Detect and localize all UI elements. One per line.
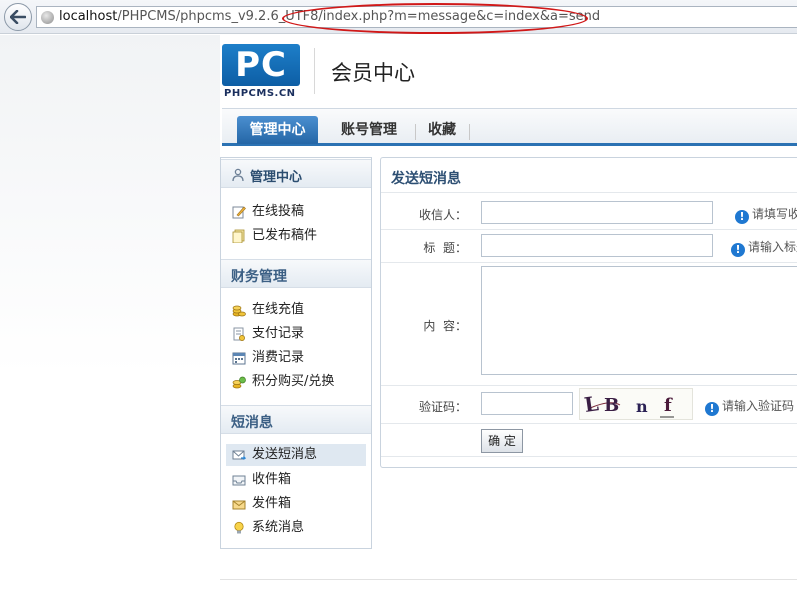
sidebar: 管理中心 在线投稿 已发布稿件 财务管理 在线充值 支付记录 消费记录 积分购买… bbox=[220, 157, 372, 549]
users-icon bbox=[232, 168, 244, 182]
top-navigation: 管理中心 账号管理 收藏 bbox=[222, 108, 797, 146]
logo-caption: PHPCMS.CN bbox=[224, 88, 296, 99]
captcha-graphic: L B n f bbox=[583, 391, 674, 418]
calendar-icon bbox=[232, 352, 246, 365]
sidebar-section-title: 财务管理 bbox=[231, 269, 287, 285]
nav-divider bbox=[469, 124, 470, 140]
row-divider bbox=[381, 385, 797, 386]
sidebar-item-label: 积分购买/兑换 bbox=[252, 374, 335, 389]
footer-divider bbox=[220, 579, 797, 580]
svg-text:B: B bbox=[604, 395, 619, 416]
sidebar-item-label: 发送短消息 bbox=[252, 447, 318, 462]
sidebar-item-label: 已发布稿件 bbox=[252, 228, 318, 243]
sidebar-item-system-messages[interactable]: 系统消息 bbox=[226, 517, 366, 539]
outbox-icon bbox=[232, 500, 246, 510]
captcha-label: 验证码： bbox=[418, 400, 467, 414]
svg-text:n: n bbox=[636, 397, 648, 416]
recipient-label: 收信人： bbox=[418, 208, 467, 222]
sidebar-item-label: 在线充值 bbox=[252, 302, 305, 317]
row-divider bbox=[381, 456, 797, 457]
tab-favorites[interactable]: 收藏 bbox=[428, 116, 456, 144]
page-background-fade bbox=[0, 35, 220, 601]
sidebar-item-submit-article[interactable]: 在线投稿 bbox=[226, 201, 366, 223]
receipt-icon bbox=[233, 327, 245, 341]
sidebar-section-header: 短消息 bbox=[221, 405, 371, 434]
content-label: 内 容： bbox=[423, 319, 467, 333]
info-icon: ! bbox=[705, 402, 719, 416]
recipient-input[interactable] bbox=[481, 201, 713, 224]
red-highlight-ellipse bbox=[282, 3, 588, 34]
submit-button[interactable]: 确 定 bbox=[481, 429, 523, 453]
globe-icon bbox=[41, 11, 54, 24]
row-divider bbox=[381, 229, 797, 230]
captcha-hint: ! 请输入验证码 bbox=[705, 397, 794, 416]
mail-send-icon bbox=[232, 450, 246, 460]
content-textarea[interactable] bbox=[481, 266, 797, 375]
row-divider bbox=[381, 262, 797, 263]
sidebar-item-payment-records[interactable]: 支付记录 bbox=[226, 323, 366, 345]
sidebar-item-label: 系统消息 bbox=[252, 520, 305, 535]
sidebar-section-title: 短消息 bbox=[231, 415, 273, 431]
sidebar-item-points-exchange[interactable]: 积分购买/兑换 bbox=[226, 371, 366, 393]
sidebar-item-inbox[interactable]: 收件箱 bbox=[226, 469, 366, 491]
phpcms-logo[interactable]: PC PHPCMS.CN bbox=[222, 44, 300, 100]
sidebar-item-send-message[interactable]: 发送短消息 bbox=[226, 444, 366, 466]
nav-divider bbox=[415, 124, 416, 140]
coins-icon bbox=[232, 305, 246, 317]
tab-account-management[interactable]: 账号管理 bbox=[341, 116, 397, 144]
page-title: 会员中心 bbox=[331, 61, 415, 85]
sidebar-item-published-articles[interactable]: 已发布稿件 bbox=[226, 225, 366, 247]
sidebar-item-outbox[interactable]: 发件箱 bbox=[226, 493, 366, 515]
sidebar-item-label: 在线投稿 bbox=[252, 204, 305, 219]
back-button[interactable] bbox=[4, 3, 32, 31]
recipient-hint: !请填写收信人 bbox=[735, 205, 797, 224]
send-message-panel: 发送短消息 收信人： !请填写收信人 标 题： !请输入标题 内 容： 验证码：… bbox=[380, 157, 797, 468]
subject-input[interactable] bbox=[481, 234, 713, 257]
sidebar-item-label: 支付记录 bbox=[252, 326, 305, 341]
tab-management-center[interactable]: 管理中心 bbox=[237, 116, 318, 144]
subject-hint: !请输入标题 bbox=[731, 238, 797, 257]
svg-text:f: f bbox=[664, 395, 673, 416]
info-icon: ! bbox=[735, 210, 749, 224]
coins-exchange-icon bbox=[232, 376, 246, 389]
documents-icon bbox=[232, 229, 245, 243]
info-icon: ! bbox=[731, 243, 745, 257]
logo-divider bbox=[314, 48, 315, 94]
sidebar-item-consumption-records[interactable]: 消费记录 bbox=[226, 347, 366, 369]
sidebar-section-header: 管理中心 bbox=[221, 159, 371, 188]
sidebar-item-label: 收件箱 bbox=[252, 472, 292, 487]
inbox-icon bbox=[232, 475, 246, 486]
sidebar-section-title: 管理中心 bbox=[250, 170, 303, 185]
panel-title: 发送短消息 bbox=[391, 171, 461, 187]
captcha-image[interactable]: L B n f bbox=[579, 388, 693, 420]
sidebar-item-label: 消费记录 bbox=[252, 350, 305, 365]
sidebar-item-label: 发件箱 bbox=[252, 496, 292, 511]
sidebar-item-online-recharge[interactable]: 在线充值 bbox=[226, 299, 366, 321]
lightbulb-icon bbox=[234, 521, 244, 534]
title-divider bbox=[381, 192, 797, 193]
sidebar-section-header: 财务管理 bbox=[221, 259, 371, 288]
logo-mark: PC bbox=[222, 44, 300, 86]
arrow-left-icon bbox=[10, 10, 26, 24]
row-divider bbox=[381, 423, 797, 424]
subject-label: 标 题： bbox=[423, 241, 467, 255]
svg-text:L: L bbox=[583, 391, 600, 417]
edit-icon bbox=[232, 206, 246, 219]
captcha-input[interactable] bbox=[481, 392, 573, 415]
